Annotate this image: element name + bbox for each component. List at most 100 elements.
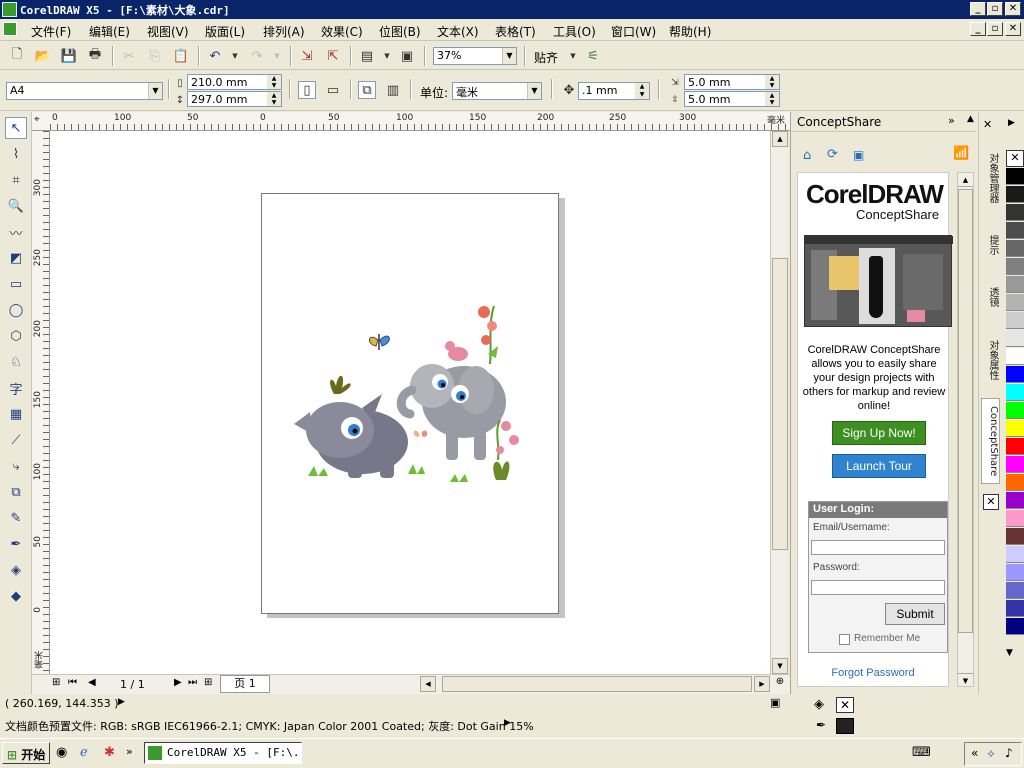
palette-swatch[interactable]	[1006, 510, 1024, 527]
undo-dropdown-icon[interactable]: ▼	[226, 47, 244, 65]
page-width-field[interactable]: 210.0 mm ▲ ▼	[187, 74, 282, 90]
elephant-rhino-illustration[interactable]	[262, 194, 560, 615]
palette-swatch[interactable]	[1006, 618, 1024, 635]
menu-edit[interactable]: 编辑(E)	[89, 23, 130, 40]
palette-swatch[interactable]	[1006, 258, 1024, 275]
chevron-down-icon[interactable]: ▼	[502, 48, 516, 64]
palette-swatch[interactable]	[1006, 528, 1024, 545]
menu-file[interactable]: 文件(F)	[31, 23, 71, 40]
no-color-swatch[interactable]: ✕	[1006, 150, 1024, 167]
quicklaunch-more-icon[interactable]: »	[126, 745, 133, 758]
print-icon[interactable]: 🖶	[86, 47, 104, 65]
maximize-button[interactable]: ▫	[987, 2, 1003, 16]
duplicate-y-field[interactable]: 5.0 mm ▲ ▼	[684, 91, 780, 107]
first-page-icon[interactable]: ⏮	[68, 677, 77, 688]
spin-down-icon[interactable]: ▼	[267, 82, 281, 89]
ellipse-tool-icon[interactable]: ◯	[5, 299, 27, 321]
docker-close-icon[interactable]: ✕	[983, 118, 992, 131]
import-icon[interactable]: ⇲	[298, 47, 316, 65]
units-select[interactable]: 毫米 ▼	[452, 82, 542, 100]
spin-down-icon[interactable]: ▼	[267, 99, 281, 106]
spin-down-icon[interactable]: ▼	[635, 91, 649, 99]
scroll-left-icon[interactable]: ◀	[420, 676, 436, 692]
duplicate-x-field[interactable]: 5.0 mm ▲ ▼	[684, 74, 780, 90]
palette-swatch[interactable]	[1006, 348, 1024, 365]
menu-table[interactable]: 表格(T)	[495, 23, 536, 40]
home-icon[interactable]: ⌂	[803, 148, 811, 163]
doc-restore-button[interactable]: ▫	[987, 22, 1003, 36]
copy-icon[interactable]: ⎘	[146, 47, 164, 65]
rectangle-tool-icon[interactable]: ▭	[5, 273, 27, 295]
shape-tool-icon[interactable]: ⌇	[5, 143, 27, 165]
app-quicklaunch-icon[interactable]: ✱	[104, 745, 115, 760]
docker-scroll-thumb[interactable]	[958, 189, 973, 633]
scroll-right-icon[interactable]: ▶	[754, 676, 770, 692]
launcher-dropdown-icon[interactable]: ▼	[378, 47, 396, 65]
welcome-screen-icon[interactable]: ▣	[398, 47, 416, 65]
chevron-down-icon[interactable]: ▼	[527, 83, 541, 99]
doc-minimize-button[interactable]: _	[970, 22, 986, 36]
last-page-icon[interactable]: ⏭	[188, 677, 197, 688]
pick-tool-icon[interactable]: ↖	[5, 117, 27, 139]
crop-tool-icon[interactable]: ⌗	[5, 169, 27, 191]
minimize-button[interactable]: _	[970, 2, 986, 16]
doc-close-button[interactable]: ✕	[1005, 22, 1021, 36]
undo-icon[interactable]: ↶	[206, 47, 224, 65]
outline-pen-tool-icon[interactable]: ✒	[5, 533, 27, 555]
outline-color-swatch[interactable]	[836, 718, 854, 734]
menu-tools[interactable]: 工具(O)	[553, 23, 596, 40]
docker-scrollbar[interactable]: ▲ ▼	[957, 172, 974, 687]
open-icon[interactable]: 📂	[34, 47, 52, 65]
text-tool-icon[interactable]: 字	[5, 377, 27, 399]
scroll-thumb[interactable]	[772, 258, 788, 550]
nudge-field[interactable]: .1 mm ▲ ▼	[578, 82, 650, 100]
launch-tour-button[interactable]: Launch Tour	[832, 454, 926, 478]
status-more-icon[interactable]: ▶	[504, 718, 511, 728]
table-tool-icon[interactable]: ▦	[5, 403, 27, 425]
submit-button[interactable]: Submit	[885, 603, 945, 625]
tray-expand-icon[interactable]: «	[971, 746, 978, 760]
menu-layout[interactable]: 版面(L)	[205, 23, 245, 40]
freehand-tool-icon[interactable]: 〰	[5, 221, 27, 243]
browser-icon[interactable]: ℯ	[80, 745, 88, 760]
prev-page-icon[interactable]: ◀	[88, 677, 96, 688]
current-page-icon[interactable]: ▥	[384, 81, 402, 99]
drawing-canvas[interactable]	[50, 131, 770, 674]
eyedropper-tool-icon[interactable]: ✎	[5, 507, 27, 529]
expand-icon[interactable]: »	[948, 114, 955, 127]
tab-hints[interactable]: 提示	[981, 225, 1000, 265]
spin-up-icon[interactable]: ▲	[635, 83, 649, 91]
redo-icon[interactable]: ↷	[248, 47, 266, 65]
vertical-scrollbar[interactable]: ▲ ▼	[770, 131, 788, 674]
all-pages-icon[interactable]: ⧉	[358, 81, 376, 99]
task-coreldraw[interactable]: CorelDRAW X5 - [F:\...	[144, 742, 302, 764]
sign-up-button[interactable]: Sign Up Now!	[832, 421, 926, 445]
palette-swatch[interactable]	[1006, 600, 1024, 617]
connector-tool-icon[interactable]: ⤷	[5, 455, 27, 477]
collapse-icon[interactable]: ▲	[967, 114, 974, 124]
palette-swatch[interactable]	[1006, 204, 1024, 221]
palette-swatch[interactable]	[1006, 186, 1024, 203]
menu-window[interactable]: 窗口(W)	[611, 23, 656, 40]
doc-icon[interactable]	[3, 22, 17, 36]
scroll-up-icon[interactable]: ▲	[772, 131, 788, 147]
h-scroll-thumb[interactable]	[442, 676, 752, 692]
palette-swatch[interactable]	[1006, 330, 1024, 347]
palette-swatch[interactable]	[1006, 582, 1024, 599]
scroll-down-icon[interactable]: ▼	[772, 658, 788, 674]
chrome-icon[interactable]: ◉	[56, 745, 67, 760]
palette-swatch[interactable]	[1006, 366, 1024, 383]
landscape-icon[interactable]: ▭	[324, 81, 342, 99]
blend-tool-icon[interactable]: ⧉	[5, 481, 27, 503]
scroll-down-icon[interactable]: ▼	[958, 673, 973, 687]
palette-swatch[interactable]	[1006, 312, 1024, 329]
palette-scroll-down-icon[interactable]: ▼	[1006, 648, 1013, 658]
docker-toggle-icon[interactable]: ▣	[770, 696, 780, 709]
tab-conceptshare[interactable]: ConceptShare	[981, 398, 1000, 484]
palette-swatch[interactable]	[1006, 492, 1024, 509]
palette-swatch[interactable]	[1006, 420, 1024, 437]
dimension-tool-icon[interactable]: ⟋	[5, 429, 27, 451]
tab-object-properties[interactable]: 对象属性	[981, 325, 1000, 395]
cut-icon[interactable]: ✂	[120, 47, 138, 65]
menu-view[interactable]: 视图(V)	[147, 23, 189, 40]
